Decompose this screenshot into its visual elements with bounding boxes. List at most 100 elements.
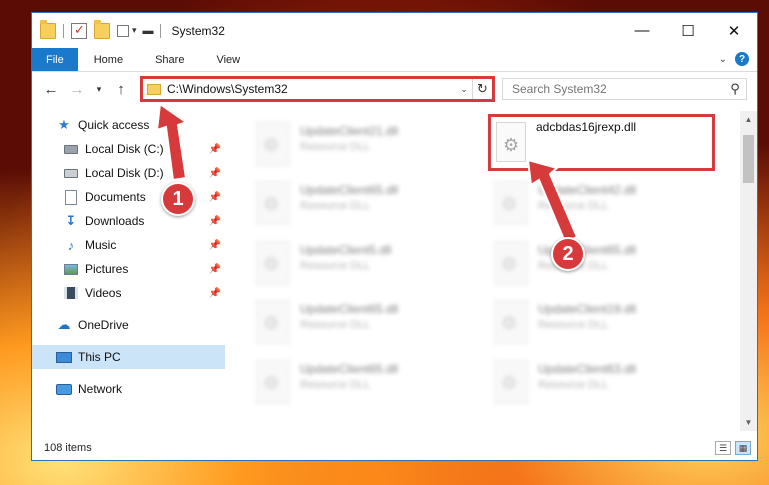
file-name: UpdateClient65.dll bbox=[300, 302, 399, 316]
sidebar-item-music[interactable]: ♪ Music 📌 bbox=[32, 233, 225, 257]
pin-icon[interactable]: 📌 bbox=[209, 216, 221, 227]
search-input[interactable] bbox=[512, 82, 724, 96]
window-title: System32 bbox=[171, 23, 225, 38]
file-item[interactable]: UpdateClient19.dll Resource DLL bbox=[470, 295, 700, 349]
sidebar-item-pictures[interactable]: Pictures 📌 bbox=[32, 257, 225, 281]
file-type: Resource DLL bbox=[300, 260, 371, 272]
view-switcher: ☰ ▦ bbox=[715, 441, 751, 455]
search-box[interactable]: ⚲ bbox=[502, 78, 747, 100]
tab-share[interactable]: Share bbox=[139, 48, 200, 71]
sidebar-item-label: OneDrive bbox=[78, 318, 129, 332]
file-item[interactable]: UpdateClient21.dll Resource DLL bbox=[232, 117, 462, 171]
address-dropdown-icon[interactable]: ⌄ bbox=[456, 84, 472, 95]
address-bar[interactable]: C:\Windows\System32 ⌄ ↻ bbox=[140, 76, 495, 102]
sidebar-item-this-pc[interactable]: This PC bbox=[32, 345, 225, 369]
dll-file-icon bbox=[494, 181, 528, 225]
file-item[interactable]: UpdateClient65.dllResource DLL bbox=[232, 176, 462, 230]
sidebar-item-quick-access[interactable]: ★ Quick access bbox=[32, 113, 225, 137]
back-button[interactable]: ← bbox=[40, 78, 62, 100]
title-bar: ▾ ▬ System32 — ☐ ✕ bbox=[32, 13, 757, 48]
music-icon: ♪ bbox=[67, 237, 75, 253]
pin-icon[interactable]: 📌 bbox=[209, 264, 221, 275]
minimize-button[interactable]: — bbox=[619, 13, 665, 48]
file-item-highlighted[interactable]: adcbdas16jrexp.dll bbox=[488, 114, 715, 171]
customize-toolbar-chevron-icon[interactable]: ▾ bbox=[132, 25, 137, 36]
tab-file[interactable]: File bbox=[32, 48, 78, 71]
file-name: UpdateClient42.dll bbox=[538, 183, 637, 197]
documents-icon bbox=[63, 189, 79, 205]
maximize-button[interactable]: ☐ bbox=[665, 13, 711, 48]
scroll-up-icon[interactable]: ▲ bbox=[740, 111, 757, 128]
file-item[interactable]: UpdateClient42.dll Resource DLL bbox=[470, 176, 700, 230]
sidebar-item-downloads[interactable]: ↧ Downloads 📌 bbox=[32, 209, 225, 233]
toolbar-separator bbox=[63, 23, 64, 38]
pin-icon[interactable]: 📌 bbox=[209, 288, 221, 299]
file-type: Resource DLL bbox=[538, 379, 609, 391]
large-icons-view-icon[interactable]: ▦ bbox=[735, 441, 751, 455]
scroll-thumb[interactable] bbox=[743, 135, 754, 183]
sidebar-item-videos[interactable]: Videos 📌 bbox=[32, 281, 225, 305]
file-item[interactable]: UpdateClient65.dllResource DLL bbox=[470, 236, 700, 290]
recent-locations-button[interactable]: ▾ bbox=[92, 78, 106, 100]
file-name: UpdateClient63.dll bbox=[538, 362, 637, 376]
dll-file-icon bbox=[256, 122, 290, 166]
computer-icon bbox=[56, 349, 72, 365]
pin-icon[interactable]: 📌 bbox=[209, 144, 221, 155]
help-icon[interactable]: ? bbox=[735, 52, 749, 66]
tab-view[interactable]: View bbox=[200, 48, 256, 71]
pin-icon[interactable]: 📌 bbox=[209, 240, 221, 251]
file-item[interactable]: UpdateClient63.dll Resource DLL bbox=[470, 355, 700, 409]
sidebar-item-local-disk-c[interactable]: Local Disk (C:) 📌 bbox=[32, 137, 225, 161]
step-1-marker: 1 bbox=[161, 182, 195, 216]
sidebar-item-network[interactable]: Network bbox=[32, 377, 225, 401]
sidebar-item-label: Network bbox=[78, 382, 123, 396]
file-item[interactable]: UpdateClient65.dllResource DLL bbox=[232, 355, 462, 409]
forward-button[interactable]: → bbox=[66, 78, 88, 100]
downloads-icon: ↧ bbox=[65, 213, 77, 228]
file-type: Resource DLL bbox=[300, 200, 371, 212]
sidebar-item-onedrive[interactable]: ☁ OneDrive bbox=[32, 313, 225, 337]
dll-file-icon bbox=[256, 181, 290, 225]
file-list: UpdateClient21.dll Resource DLL adcbdas16… bbox=[232, 110, 740, 430]
close-button[interactable]: ✕ bbox=[711, 13, 757, 48]
hard-drive-icon bbox=[63, 165, 79, 181]
status-bar: 108 items ☰ ▦ bbox=[32, 436, 757, 460]
dll-file-icon bbox=[494, 360, 528, 404]
navigation-bar: ← → ▾ ↑ C:\Windows\System32 ⌄ ↻ ⚲ bbox=[32, 75, 757, 103]
pin-icon[interactable]: 📌 bbox=[209, 192, 221, 203]
address-path[interactable]: C:\Windows\System32 bbox=[167, 82, 456, 96]
folder-icon bbox=[147, 83, 161, 95]
tab-home[interactable]: Home bbox=[78, 48, 139, 71]
file-name: UpdateClient19.dll bbox=[538, 302, 637, 316]
details-view-icon[interactable]: ☰ bbox=[715, 441, 731, 455]
pin-icon[interactable]: 📌 bbox=[209, 168, 221, 179]
dll-file-icon bbox=[256, 360, 290, 404]
sidebar-item-documents[interactable]: Documents 📌 bbox=[32, 185, 225, 209]
file-name: adcbdas16jrexp.dll bbox=[536, 120, 637, 134]
folder-icon bbox=[40, 19, 56, 39]
sidebar-item-local-disk-d[interactable]: Local Disk (D:) 📌 bbox=[32, 161, 225, 185]
file-name: UpdateClient65.dll bbox=[300, 362, 399, 376]
file-item[interactable]: UpdateClient65.dllResource DLL bbox=[232, 295, 462, 349]
cloud-icon: ☁ bbox=[57, 317, 71, 332]
search-icon[interactable]: ⚲ bbox=[724, 81, 746, 97]
sidebar-item-label: Local Disk (C:) bbox=[85, 142, 164, 156]
refresh-button[interactable]: ↻ bbox=[472, 79, 492, 99]
properties-icon[interactable] bbox=[71, 22, 87, 39]
file-item[interactable]: UpdateClient5.dll Resource DLL bbox=[232, 236, 462, 290]
file-type: Resource DLL bbox=[538, 319, 609, 331]
chevron-down-icon[interactable]: ⌄ bbox=[719, 54, 727, 65]
star-icon: ★ bbox=[58, 117, 70, 132]
sidebar-item-label: This PC bbox=[78, 350, 121, 364]
customize-toolbar-icon[interactable] bbox=[117, 24, 129, 37]
up-button[interactable]: ↑ bbox=[110, 78, 132, 100]
new-folder-icon[interactable] bbox=[94, 19, 110, 39]
network-icon bbox=[56, 381, 72, 397]
vertical-scrollbar[interactable]: ▲ ▼ bbox=[740, 111, 757, 431]
scroll-down-icon[interactable]: ▼ bbox=[740, 414, 757, 431]
toolbar-overflow-icon[interactable]: ▬ bbox=[143, 25, 154, 37]
navigation-pane: ★ Quick access Local Disk (C:) 📌 Local D… bbox=[32, 113, 225, 433]
